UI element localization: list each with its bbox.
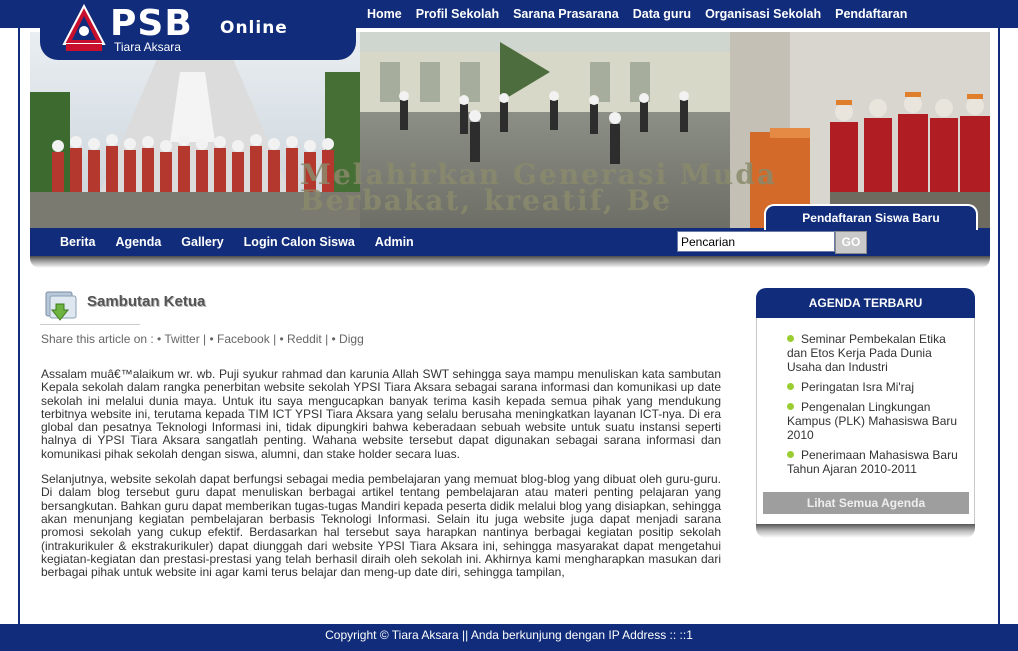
- nav-pendaftaran[interactable]: Pendaftaran: [835, 7, 907, 21]
- nav-agenda[interactable]: Agenda: [115, 235, 161, 249]
- top-navigation: Home Profil Sekolah Sarana Prasarana Dat…: [360, 0, 914, 28]
- search-input[interactable]: [677, 231, 835, 252]
- agenda-item[interactable]: Penerimaan Mahasiswa Baru Tahun Ajaran 2…: [787, 448, 967, 476]
- nav-admin[interactable]: Admin: [375, 235, 414, 249]
- school-emblem-icon: [62, 4, 106, 51]
- footer: Copyright © Tiara Aksara || Anda berkunj…: [0, 624, 1018, 651]
- registration-tab[interactable]: Pendaftaran Siswa Baru: [764, 204, 978, 230]
- agenda-body: Seminar Pembekalan Etika dan Etos Kerja …: [756, 318, 975, 525]
- article-paragraph: Selanjutnya, website sekolah dapat berfu…: [41, 472, 721, 580]
- secondary-navigation: Berita Agenda Gallery Login Calon Siswa …: [30, 228, 990, 256]
- header-banner-image: Melahirkan Generasi Muda Berbakat, kreat…: [30, 32, 990, 228]
- agenda-shadow: [756, 524, 975, 538]
- article-body: Assalam muâ€™alaikum wr. wb. Puji syukur…: [41, 367, 721, 591]
- folder-download-icon: [45, 291, 77, 321]
- nav-shadow: [30, 256, 990, 268]
- logo-subtitle: Tiara Aksara: [114, 40, 181, 54]
- nav-gallery[interactable]: Gallery: [181, 235, 223, 249]
- bullet-icon: [787, 403, 794, 410]
- agenda-header: AGENDA TERBARU: [756, 288, 975, 318]
- agenda-item[interactable]: Seminar Pembekalan Etika dan Etos Kerja …: [787, 332, 967, 374]
- slogan-line-2: Berbakat, kreatif, Be: [300, 184, 673, 217]
- nav-organisasi-sekolah[interactable]: Organisasi Sekolah: [705, 7, 821, 21]
- logo-brand-text: PSB: [110, 3, 193, 44]
- share-links[interactable]: Share this article on : • Twitter | • Fa…: [41, 332, 364, 346]
- bullet-icon: [787, 451, 794, 458]
- site-logo[interactable]: PSB Online Tiara Aksara: [40, 0, 356, 60]
- agenda-item[interactable]: Pengenalan Lingkungan Kampus (PLK) Mahas…: [787, 400, 967, 442]
- title-divider: [40, 324, 140, 325]
- nav-data-guru[interactable]: Data guru: [633, 7, 691, 21]
- page-title: Sambutan Ketua: [87, 293, 206, 310]
- nav-profil-sekolah[interactable]: Profil Sekolah: [416, 7, 499, 21]
- logo-online-text: Online: [220, 18, 288, 38]
- nav-login-calon-siswa[interactable]: Login Calon Siswa: [244, 235, 355, 249]
- bullet-icon: [787, 383, 794, 390]
- search-go-button[interactable]: GO: [835, 231, 867, 254]
- view-all-agenda-button[interactable]: Lihat Semua Agenda: [763, 492, 969, 514]
- nav-sarana-prasarana[interactable]: Sarana Prasarana: [513, 7, 619, 21]
- nav-berita[interactable]: Berita: [60, 235, 95, 249]
- bullet-icon: [787, 335, 794, 342]
- nav-home[interactable]: Home: [367, 7, 402, 21]
- agenda-item[interactable]: Peringatan Isra Mi'raj: [787, 380, 967, 394]
- banner-slogan: Melahirkan Generasi Muda Berbakat, kreat…: [300, 161, 777, 217]
- agenda-panel: AGENDA TERBARU Seminar Pembekalan Etika …: [756, 288, 975, 542]
- agenda-list: Seminar Pembekalan Etika dan Etos Kerja …: [787, 332, 967, 482]
- article-paragraph: Assalam muâ€™alaikum wr. wb. Puji syukur…: [41, 367, 721, 461]
- subnav-items: Berita Agenda Gallery Login Calon Siswa …: [50, 228, 424, 256]
